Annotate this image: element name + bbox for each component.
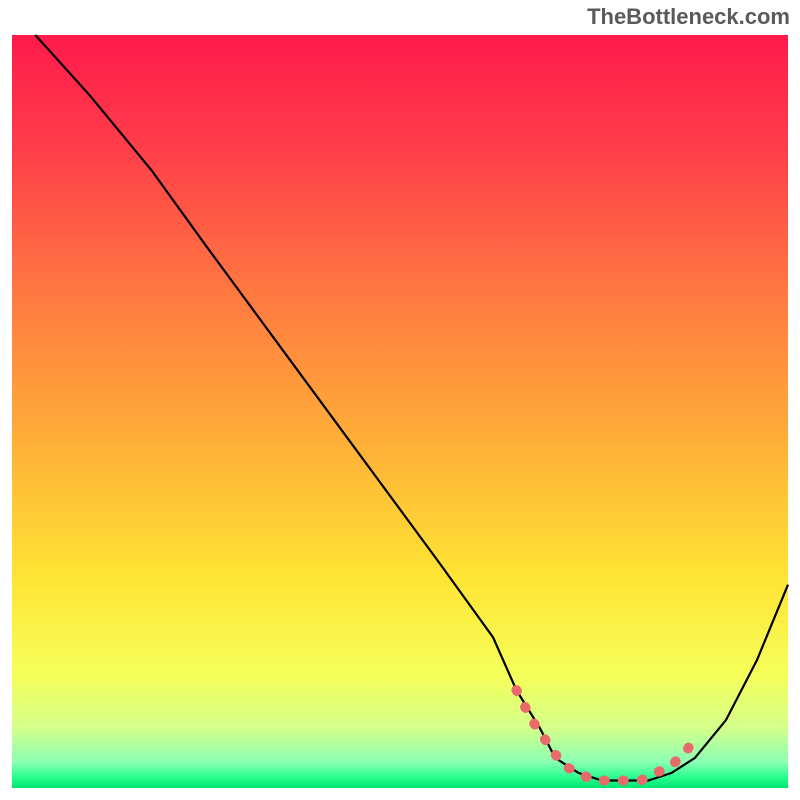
chart-container: TheBottleneck.com [0,0,800,800]
bottleneck-chart [0,0,800,800]
plot-area [12,35,788,788]
gradient-background [12,35,788,788]
